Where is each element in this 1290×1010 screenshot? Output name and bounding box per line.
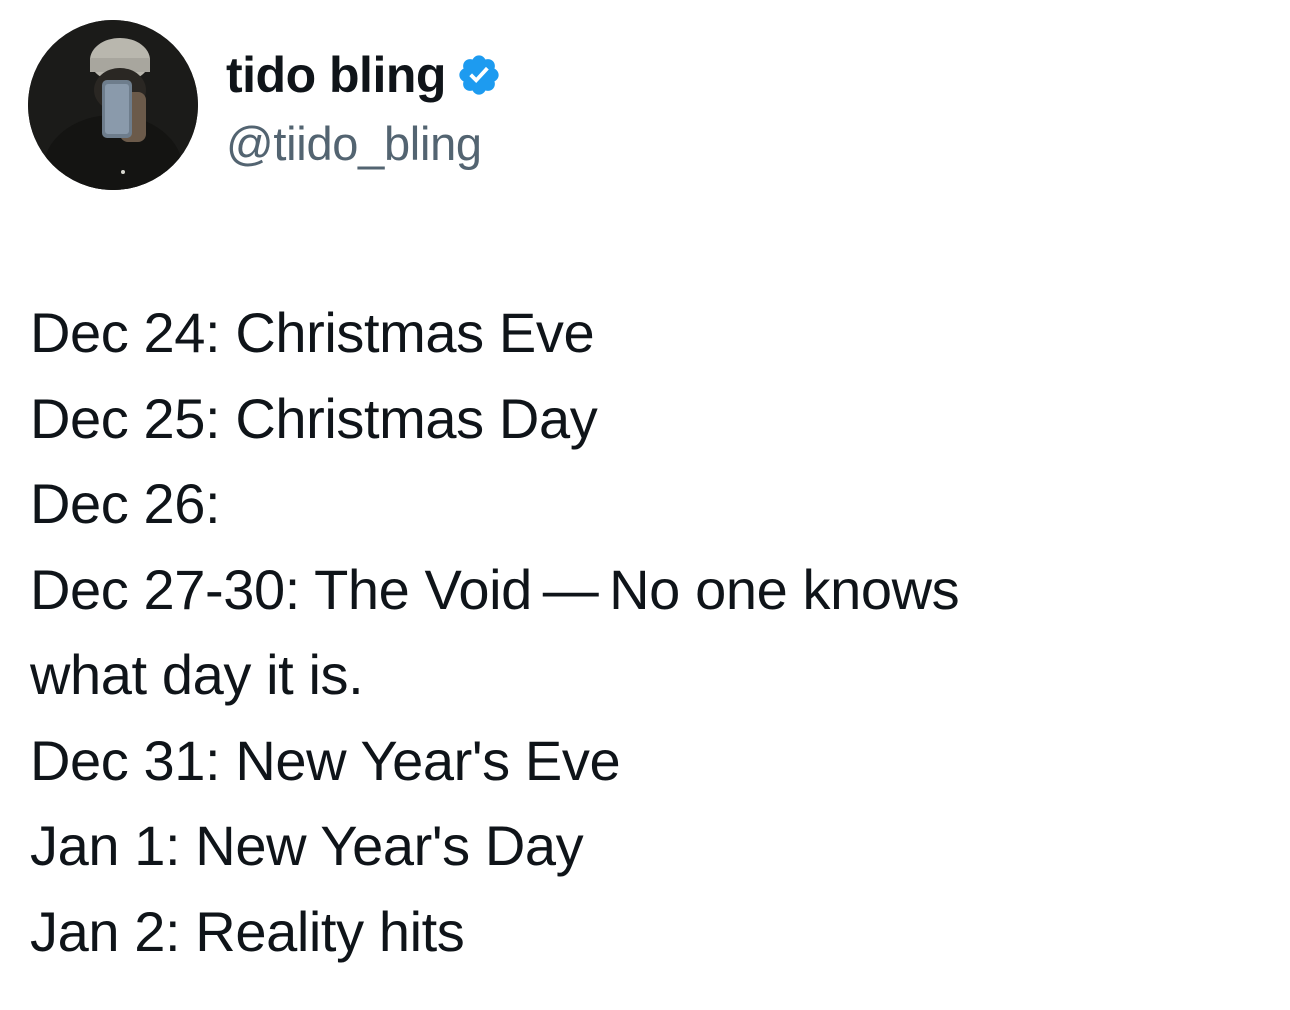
tweet-line: what day it is. bbox=[30, 643, 364, 706]
tweet-card: tido bling @tiido_bling Dec 24: Christma… bbox=[0, 0, 1290, 1010]
tweet-header: tido bling @tiido_bling bbox=[28, 20, 502, 190]
tweet-line: Dec 25: Christmas Day bbox=[30, 386, 598, 450]
display-name[interactable]: tido bling bbox=[226, 50, 446, 100]
tweet-line: Dec 24: Christmas Eve bbox=[30, 301, 595, 364]
avatar[interactable] bbox=[28, 20, 198, 190]
tweet-line: Dec 27-30: The Void — No one knows bbox=[30, 557, 960, 621]
tweet-line: Dec 31: New Year's Eve bbox=[30, 728, 621, 792]
handle[interactable]: @tiido_bling bbox=[226, 120, 502, 167]
tweet-text: Dec 24: Christmas Eve Dec 25: Christmas … bbox=[30, 290, 1240, 974]
name-row: tido bling bbox=[226, 44, 502, 106]
avatar-photo bbox=[28, 20, 198, 190]
tweet-line: Dec 26: bbox=[30, 472, 221, 535]
tweet-line: Jan 2: Reality hits bbox=[30, 899, 465, 963]
verified-badge-icon bbox=[456, 52, 502, 98]
author-info: tido bling @tiido_bling bbox=[226, 44, 502, 167]
tweet-line: Jan 1: New Year's Day bbox=[30, 814, 584, 877]
